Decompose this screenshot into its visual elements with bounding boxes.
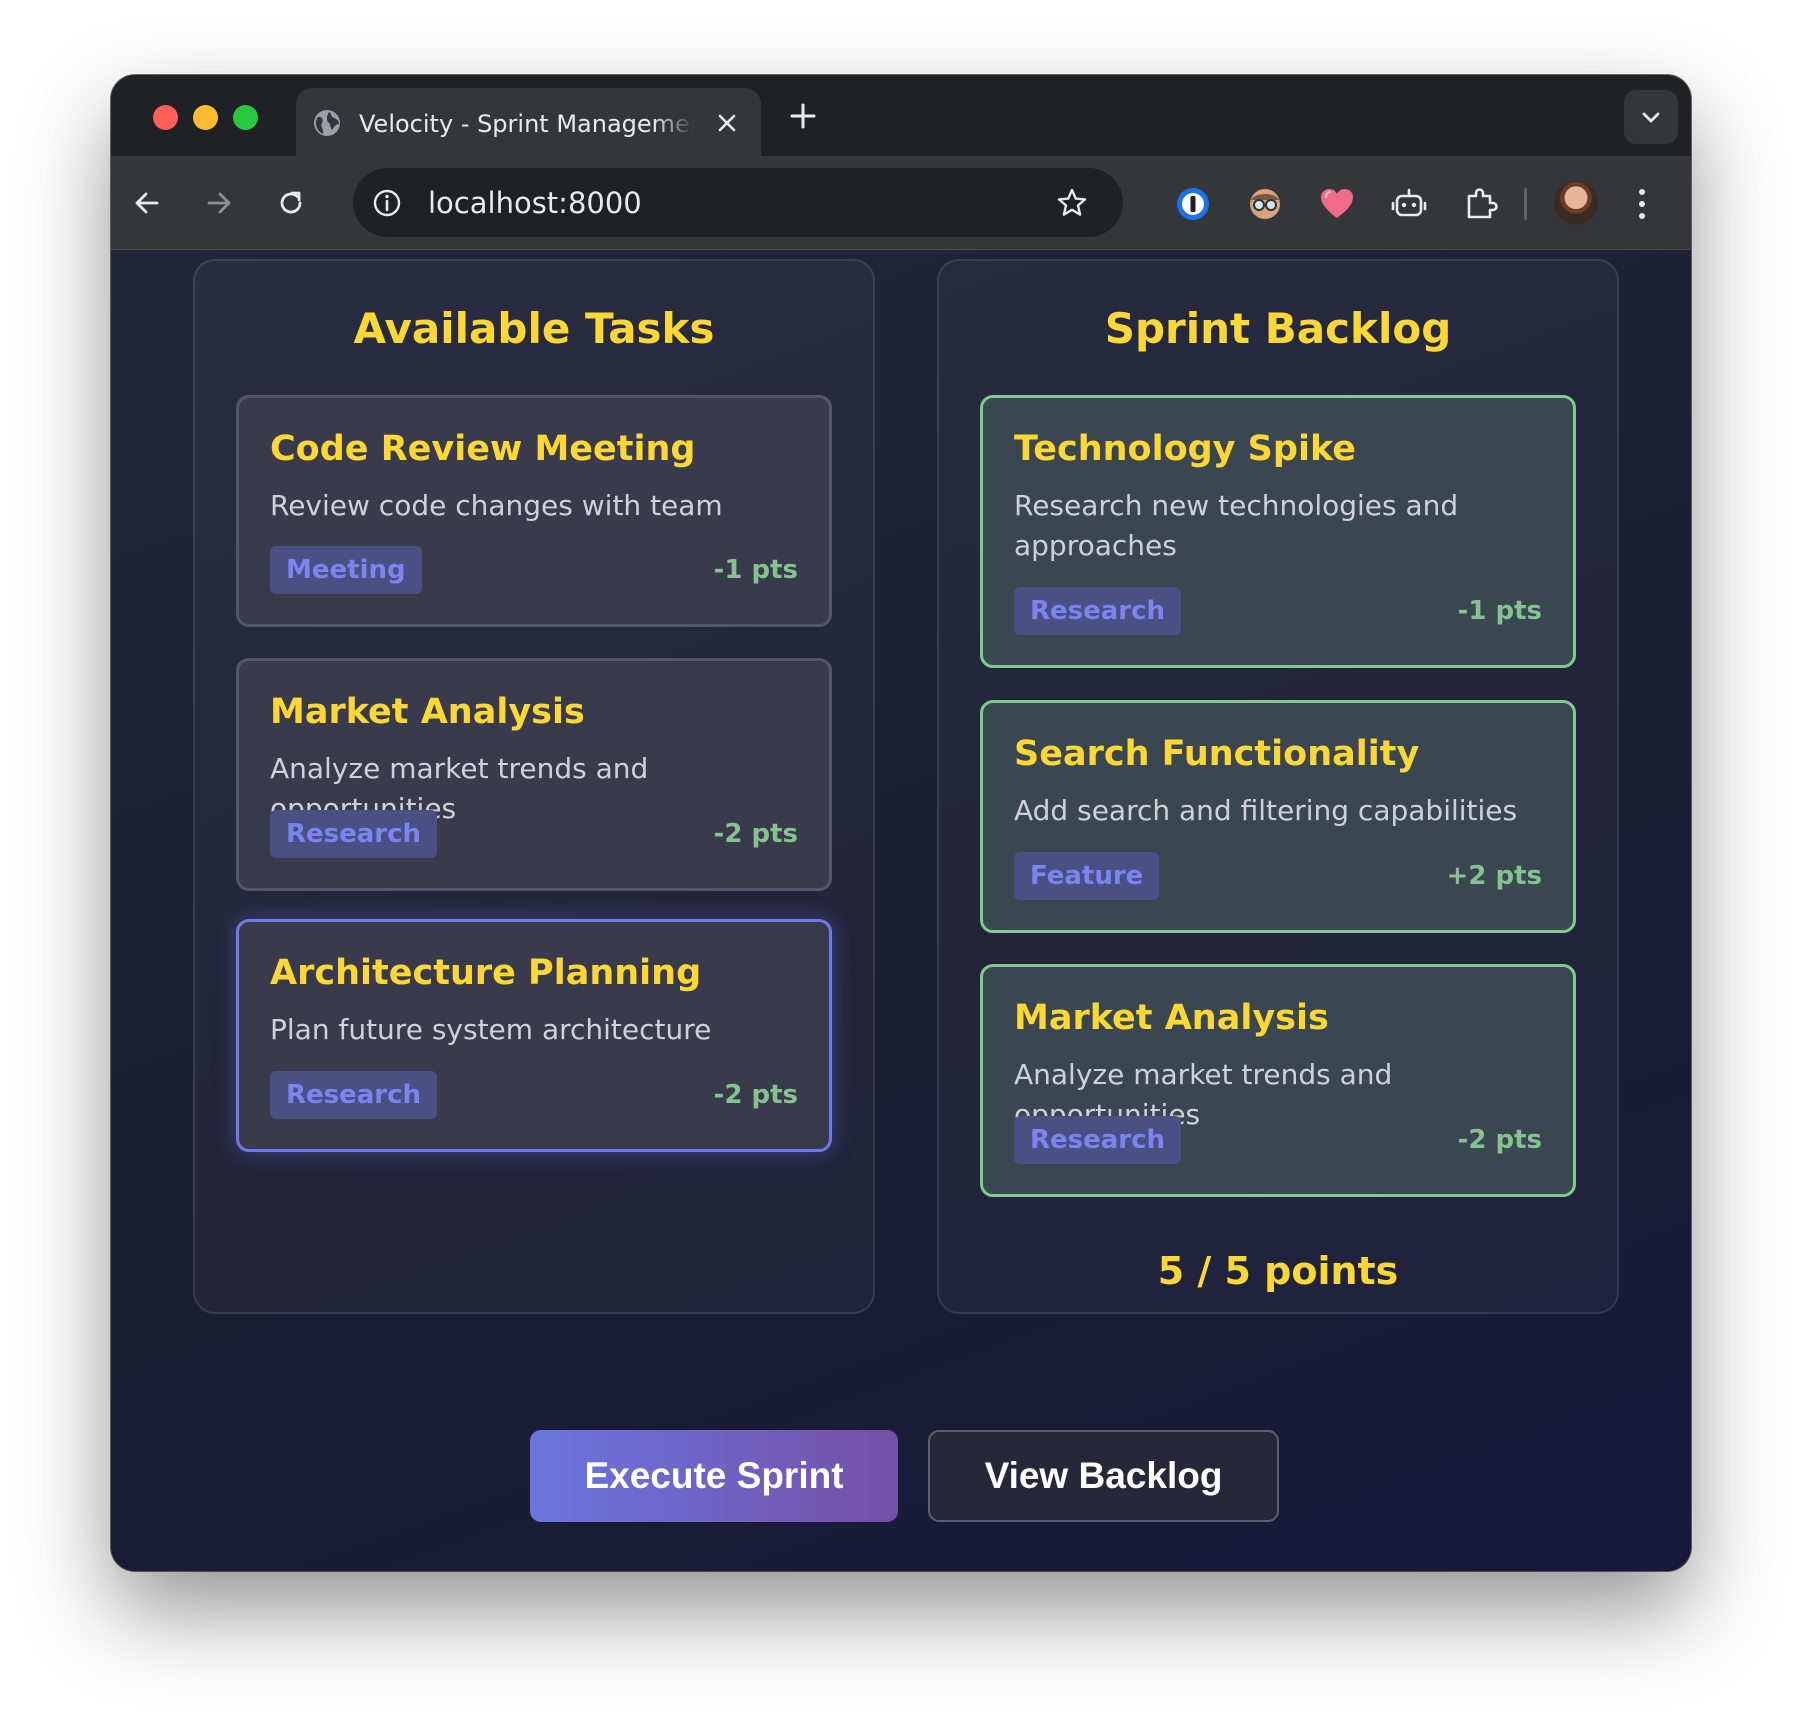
page-content: Available Tasks Code Review Meeting Revi… <box>111 250 1691 1571</box>
more-menu-icon[interactable] <box>1636 182 1648 226</box>
task-tag: Research <box>1014 1116 1182 1164</box>
task-title: Architecture Planning <box>270 953 702 993</box>
task-tag: Feature <box>1014 852 1160 900</box>
forward-icon <box>207 192 231 214</box>
sprint-backlog-title: Sprint Backlog <box>1104 304 1452 353</box>
task-points: -2 pts <box>713 1080 798 1110</box>
task-points: -2 pts <box>713 819 798 849</box>
reload-icon <box>280 191 302 214</box>
backlog-card[interactable]: Search Functionality Add search and filt… <box>980 700 1576 933</box>
task-description: Research new technologies and approaches <box>1014 489 1459 562</box>
sprint-backlog-panel: Sprint Backlog Technology Spike Research… <box>937 259 1619 1314</box>
minimize-window-button[interactable] <box>193 105 218 130</box>
task-title: Market Analysis <box>270 692 585 732</box>
back-icon <box>135 192 159 214</box>
execute-sprint-button[interactable]: Execute Sprint <box>530 1430 898 1522</box>
close-window-button[interactable] <box>153 105 178 130</box>
tab-strip: Velocity - Sprint Management <box>111 75 1691 158</box>
reload-button[interactable] <box>269 181 313 225</box>
task-title: Search Functionality <box>1014 734 1420 774</box>
fullscreen-window-button[interactable] <box>233 105 258 130</box>
site-info-icon[interactable] <box>371 187 403 219</box>
profile-avatar[interactable] <box>1554 181 1598 225</box>
forward-button[interactable] <box>197 181 241 225</box>
password-manager-icon[interactable] <box>1173 184 1213 224</box>
close-tab-icon[interactable] <box>714 110 740 136</box>
task-title: Market Analysis <box>1014 998 1329 1038</box>
sprint-points-summary: 5 / 5 points <box>1157 1249 1399 1293</box>
puzzle-extensions-icon[interactable] <box>1461 184 1501 224</box>
task-points: -1 pts <box>713 555 798 585</box>
browser-window: Velocity - Sprint Management localhost:8… <box>111 75 1691 1571</box>
glasses-extension-icon[interactable] <box>1245 184 1285 224</box>
task-description: Plan future system architecture <box>270 1013 712 1046</box>
backlog-card[interactable]: Technology Spike Research new technologi… <box>980 395 1576 668</box>
view-backlog-button[interactable]: View Backlog <box>928 1430 1279 1522</box>
url-text[interactable]: localhost:8000 <box>428 184 642 222</box>
task-tag: Research <box>270 810 438 858</box>
task-title: Technology Spike <box>1014 429 1357 469</box>
robot-extension-icon[interactable] <box>1389 184 1429 224</box>
address-bar[interactable]: localhost:8000 <box>353 168 1123 237</box>
task-description: Add search and filtering capabilities <box>1014 794 1518 827</box>
task-points: -1 pts <box>1457 596 1542 626</box>
task-points: -2 pts <box>1457 1125 1542 1155</box>
task-title: Code Review Meeting <box>270 429 696 469</box>
backlog-card[interactable]: Market Analysis Analyze market trends an… <box>980 964 1576 1197</box>
toolbar-separator <box>1524 188 1527 220</box>
task-tag: Research <box>270 1071 438 1119</box>
task-tag: Meeting <box>270 546 422 594</box>
task-points: +2 pts <box>1446 861 1542 891</box>
back-button[interactable] <box>125 181 169 225</box>
tab-title: Velocity - Sprint Management <box>359 110 694 138</box>
tab-search-button[interactable] <box>1624 90 1678 144</box>
globe-icon <box>314 110 340 136</box>
task-card[interactable]: Market Analysis Analyze market trends an… <box>236 658 832 891</box>
heart-extension-icon[interactable] <box>1317 184 1357 224</box>
available-tasks-title: Available Tasks <box>353 304 715 353</box>
browser-toolbar: localhost:8000 <box>111 156 1691 250</box>
task-card[interactable]: Code Review Meeting Review code changes … <box>236 395 832 627</box>
bookmark-star-icon[interactable] <box>1055 186 1089 220</box>
active-tab[interactable]: Velocity - Sprint Management <box>296 88 761 158</box>
chevron-down-icon <box>1642 112 1660 123</box>
task-tag: Research <box>1014 587 1182 635</box>
new-tab-icon[interactable] <box>786 99 820 133</box>
task-description: Review code changes with team <box>270 489 723 522</box>
task-card-selected[interactable]: Architecture Planning Plan future system… <box>236 919 832 1152</box>
available-tasks-panel: Available Tasks Code Review Meeting Revi… <box>193 259 875 1314</box>
